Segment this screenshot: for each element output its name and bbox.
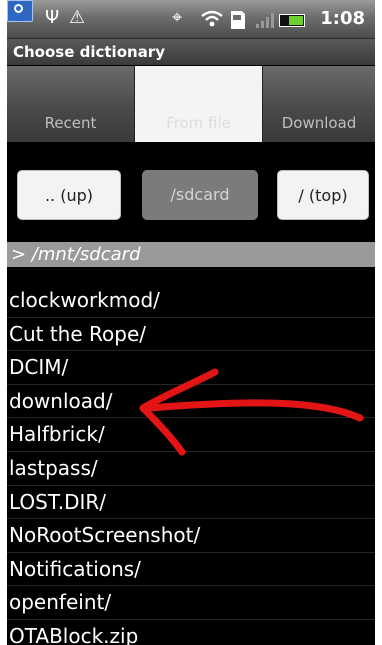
gps-icon: ⌖ [172, 7, 183, 28]
tab-bar: Recent From file Download [7, 66, 375, 142]
warning-icon: ⚠ [69, 7, 86, 28]
folder-item[interactable]: OTABlock.zip [7, 620, 375, 645]
folder-item[interactable]: Notifications/ [7, 553, 375, 587]
signal-icon [256, 13, 274, 28]
folder-item[interactable]: LOST.DIR/ [7, 486, 375, 520]
folder-list: clockworkmod/ Cut the Rope/ DCIM/ downlo… [7, 284, 375, 645]
top-button[interactable]: / (top) [277, 170, 369, 220]
folder-item[interactable]: Cut the Rope/ [7, 318, 375, 352]
status-clock: 1:08 [320, 8, 365, 29]
tab-download-label: Download [281, 114, 357, 132]
photo-notification-icon [7, 0, 33, 22]
status-bar: Ψ ⚠ ⌖ 1:08 [7, 0, 375, 39]
dialog-title: Choose dictionary [7, 39, 375, 65]
folder-item[interactable]: DCIM/ [7, 351, 375, 385]
phone-screen: Ψ ⚠ ⌖ 1:08 Choose dictionary Recent From… [7, 0, 375, 645]
up-button[interactable]: .. (up) [17, 170, 121, 220]
sd-card-icon [231, 11, 245, 29]
wifi-icon [201, 10, 223, 27]
tab-from-file[interactable]: From file [135, 66, 263, 142]
folder-item[interactable]: clockworkmod/ [7, 284, 375, 318]
folder-item[interactable]: openfeint/ [7, 586, 375, 620]
usb-icon: Ψ [45, 7, 60, 28]
current-path: > /mnt/sdcard [7, 242, 375, 267]
folder-item[interactable]: lastpass/ [7, 452, 375, 486]
tab-recent-label: Recent [44, 114, 97, 132]
folder-item[interactable]: NoRootScreenshot/ [7, 519, 375, 553]
sdcard-button[interactable]: /sdcard [142, 170, 258, 220]
folder-item[interactable]: download/ [7, 385, 375, 419]
tab-from-file-label: From file [166, 114, 231, 132]
tab-recent[interactable]: Recent [7, 66, 135, 142]
battery-icon [279, 14, 305, 27]
folder-item[interactable]: Halfbrick/ [7, 418, 375, 452]
tab-download[interactable]: Download [263, 66, 375, 142]
